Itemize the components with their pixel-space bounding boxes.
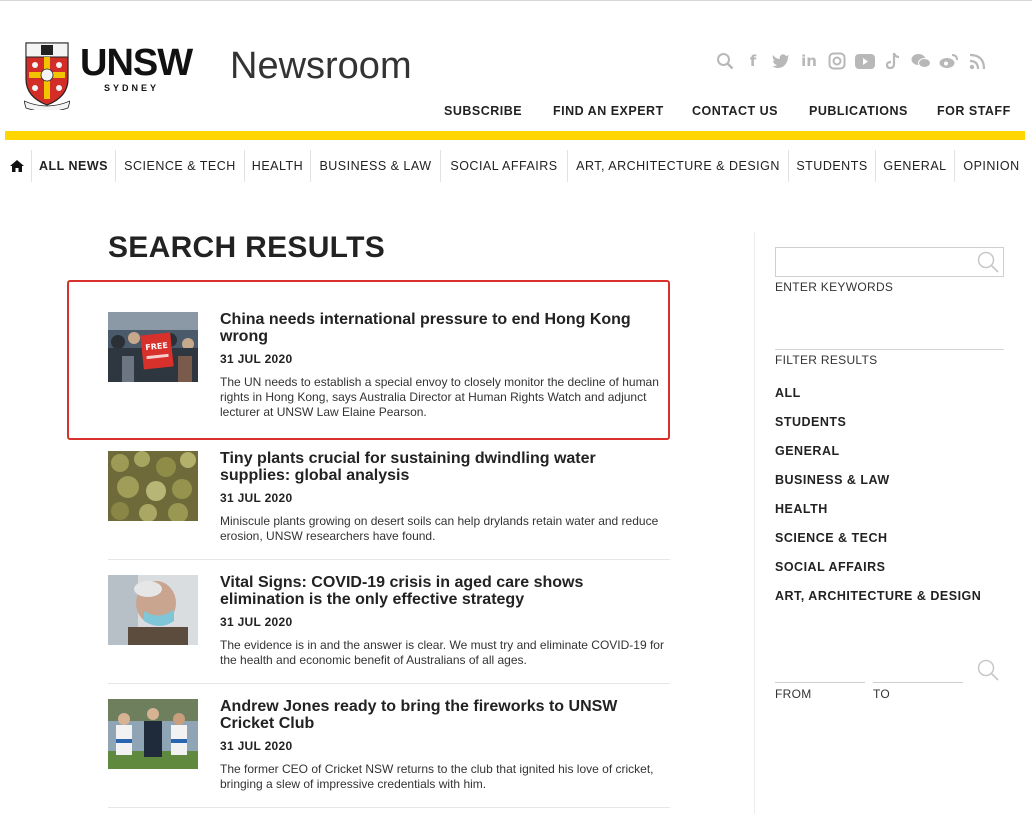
result-title-link[interactable]: China needs international pressure to en…: [220, 311, 660, 345]
find-an-expert-link[interactable]: FIND AN EXPERT: [553, 104, 664, 118]
from-date-field[interactable]: [775, 682, 865, 683]
tab-all-news[interactable]: ALL NEWS: [31, 150, 115, 182]
contact-us-link[interactable]: CONTACT US: [692, 104, 778, 118]
filter-results-label: FILTER RESULTS: [775, 353, 878, 367]
filter-health[interactable]: HEALTH: [775, 502, 828, 516]
result-description: The evidence is in and the answer is cle…: [220, 638, 664, 667]
tab-science-tech[interactable]: SCIENCE & TECH: [115, 150, 244, 182]
result-date: 31 JUL 2020: [220, 739, 293, 753]
filter-science-tech[interactable]: SCIENCE & TECH: [775, 531, 888, 545]
main-nav: ALL NEWS SCIENCE & TECH HEALTH BUSINESS …: [0, 150, 1032, 182]
result-date: 31 JUL 2020: [220, 491, 293, 505]
brand-name[interactable]: UNSW: [80, 44, 193, 82]
tab-art-architecture-design[interactable]: ART, ARCHITECTURE & DESIGN: [567, 150, 788, 182]
weibo-icon[interactable]: [938, 50, 960, 72]
facebook-icon[interactable]: f: [742, 50, 764, 72]
tab-opinion[interactable]: OPINION: [954, 150, 1028, 182]
result-description: Miniscule plants growing on desert soils…: [220, 514, 659, 543]
rss-icon[interactable]: [966, 50, 988, 72]
tiktok-icon[interactable]: [882, 50, 904, 72]
sidebar-separator: [754, 232, 755, 814]
brand-accent-bar: [5, 131, 1025, 140]
result-thumbnail[interactable]: [108, 451, 198, 521]
result-title-link[interactable]: Andrew Jones ready to bring the firework…: [220, 698, 660, 732]
twitter-icon[interactable]: [770, 50, 792, 72]
filter-divider: [775, 349, 1004, 350]
tab-business-law[interactable]: BUSINESS & LAW: [310, 150, 440, 182]
result-thumbnail[interactable]: [108, 575, 198, 645]
linkedin-icon[interactable]: in: [798, 50, 820, 72]
result-divider: [108, 683, 670, 684]
filter-social-affairs[interactable]: SOCIAL AFFAIRS: [775, 560, 885, 574]
tab-general[interactable]: GENERAL: [875, 150, 954, 182]
to-label: TO: [873, 687, 891, 701]
page-title: SEARCH RESULTS: [108, 231, 385, 264]
to-date-field[interactable]: [873, 682, 963, 683]
from-label: FROM: [775, 687, 812, 701]
youtube-icon[interactable]: [854, 50, 876, 72]
social-icons-bar: f in: [714, 50, 988, 72]
browser-top-border: [0, 0, 1032, 5]
instagram-icon[interactable]: [826, 50, 848, 72]
brand-subname: SYDNEY: [104, 83, 160, 93]
result-thumbnail[interactable]: FREE: [108, 312, 198, 382]
date-search-icon[interactable]: [976, 658, 1000, 682]
result-item: Andrew Jones ready to bring the firework…: [108, 698, 670, 799]
section-title[interactable]: Newsroom: [230, 47, 412, 85]
result-description: The former CEO of Cricket NSW returns to…: [220, 762, 654, 791]
filter-art-architecture-design[interactable]: ART, ARCHITECTURE & DESIGN: [775, 589, 981, 603]
wechat-icon[interactable]: [910, 50, 932, 72]
result-divider: [108, 559, 670, 560]
tab-students[interactable]: STUDENTS: [788, 150, 875, 182]
result-item: Tiny plants crucial for sustaining dwind…: [108, 450, 670, 551]
filter-business-law[interactable]: BUSINESS & LAW: [775, 473, 890, 487]
result-date: 31 JUL 2020: [220, 352, 293, 366]
tab-social-affairs[interactable]: SOCIAL AFFAIRS: [440, 150, 567, 182]
filter-all[interactable]: ALL: [775, 386, 801, 400]
result-date: 31 JUL 2020: [220, 615, 293, 629]
for-staff-link[interactable]: FOR STAFF: [937, 104, 1011, 118]
unsw-crest-icon[interactable]: [24, 41, 70, 110]
keyword-search-icon[interactable]: [976, 250, 1000, 274]
result-item: FREE China needs international pressure …: [108, 311, 670, 432]
publications-link[interactable]: PUBLICATIONS: [809, 104, 908, 118]
result-description: The UN needs to establish a special envo…: [220, 375, 659, 419]
result-thumbnail[interactable]: [108, 699, 198, 769]
result-divider: [108, 807, 670, 808]
enter-keywords-label: ENTER KEYWORDS: [775, 280, 894, 294]
filter-general[interactable]: GENERAL: [775, 444, 840, 458]
filter-students[interactable]: STUDENTS: [775, 415, 846, 429]
search-icon[interactable]: [714, 50, 736, 72]
utility-nav: SUBSCRIBE FIND AN EXPERT CONTACT US PUBL…: [0, 104, 1032, 120]
result-title-link[interactable]: Tiny plants crucial for sustaining dwind…: [220, 450, 660, 484]
tab-health[interactable]: HEALTH: [244, 150, 310, 182]
keyword-search-input[interactable]: [775, 247, 1004, 277]
subscribe-link[interactable]: SUBSCRIBE: [444, 104, 522, 118]
result-title-link[interactable]: Vital Signs: COVID-19 crisis in aged car…: [220, 574, 660, 608]
result-item: Vital Signs: COVID-19 crisis in aged car…: [108, 574, 670, 675]
